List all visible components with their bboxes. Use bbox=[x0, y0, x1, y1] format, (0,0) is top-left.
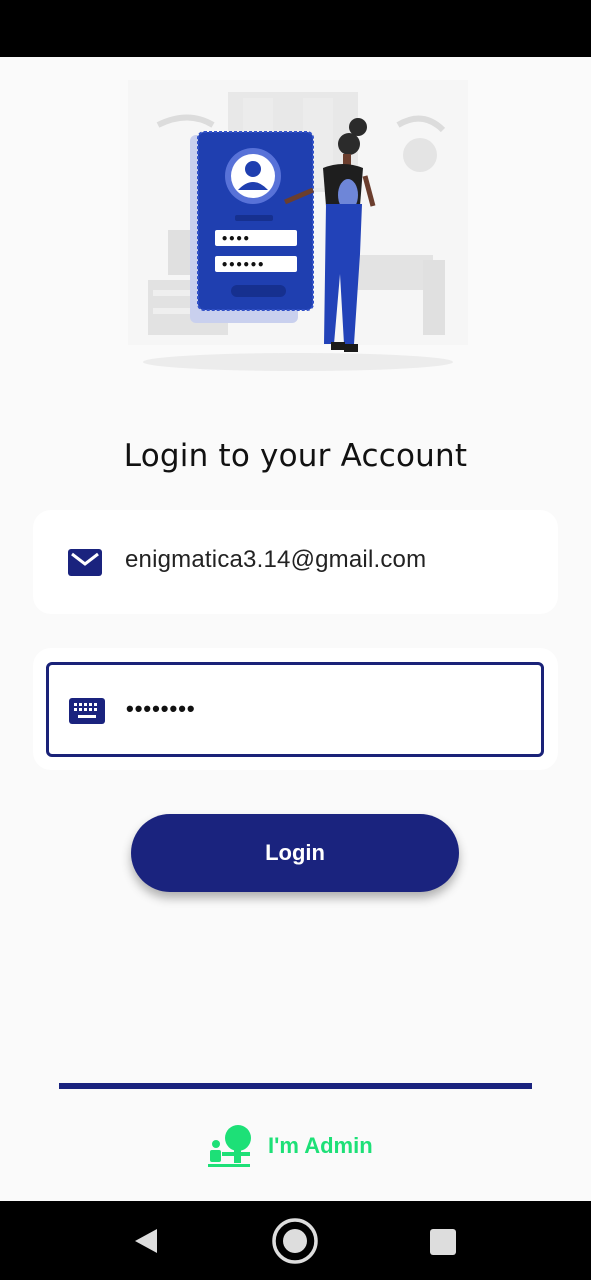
page-title: Login to your Account bbox=[123, 438, 468, 474]
email-icon bbox=[68, 549, 102, 576]
illustration-field-2: •••••• bbox=[221, 258, 264, 272]
back-triangle-icon[interactable] bbox=[133, 1227, 159, 1255]
password-field-card: •••••••• bbox=[33, 648, 558, 770]
home-circle-icon[interactable] bbox=[271, 1217, 319, 1265]
recents-square-icon[interactable] bbox=[430, 1229, 456, 1255]
status-bar bbox=[0, 0, 591, 57]
admin-label: I'm Admin bbox=[268, 1133, 373, 1158]
login-button[interactable]: Login bbox=[131, 814, 459, 892]
divider bbox=[59, 1083, 532, 1089]
email-field[interactable]: enigmatica3.14@gmail.com bbox=[33, 510, 558, 614]
password-field[interactable]: •••••••• bbox=[46, 662, 544, 757]
admin-icon bbox=[208, 1125, 251, 1167]
password-value: •••••••• bbox=[126, 696, 196, 721]
login-illustration: •••• •••••• bbox=[128, 80, 468, 371]
navigation-bar bbox=[0, 1201, 591, 1280]
admin-link[interactable]: I'm Admin bbox=[208, 1124, 373, 1168]
illustration-field-1: •••• bbox=[221, 232, 250, 246]
email-value: enigmatica3.14@gmail.com bbox=[125, 546, 427, 573]
keyboard-icon bbox=[69, 698, 105, 724]
